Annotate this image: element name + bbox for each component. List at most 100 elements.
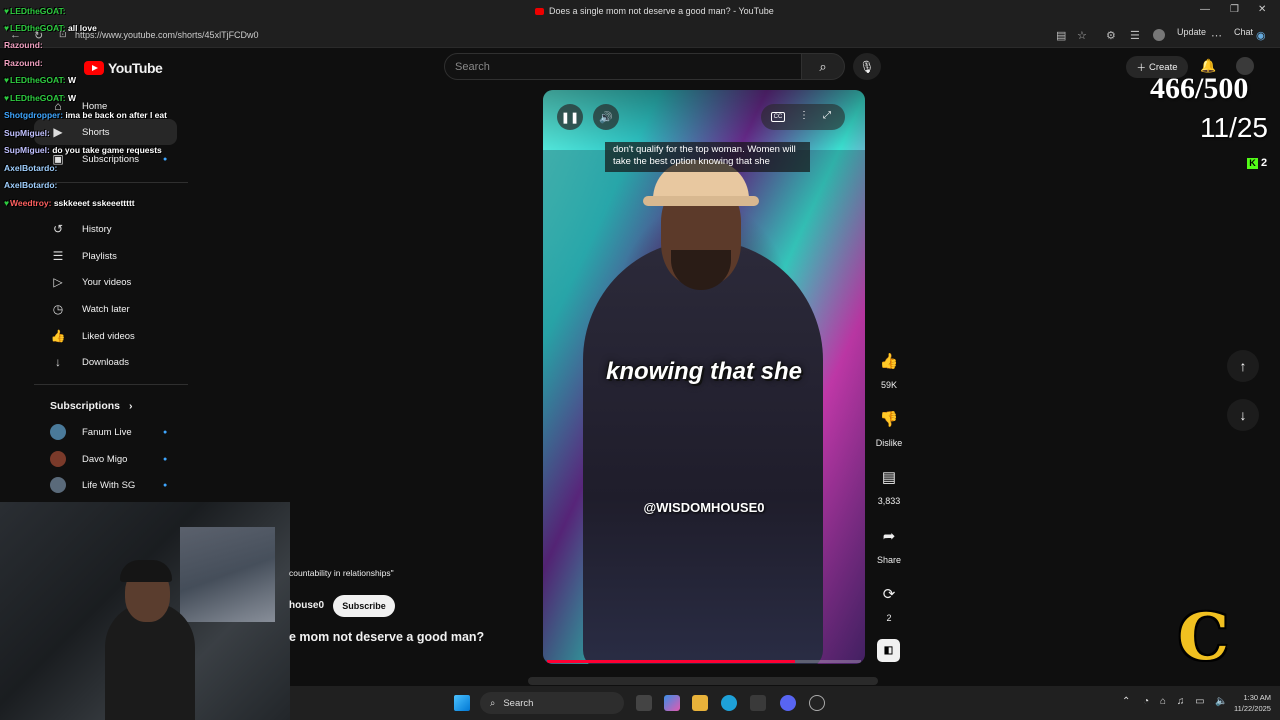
- chat-message: Razound:: [4, 58, 43, 68]
- your-videos-icon: ▷: [53, 275, 63, 289]
- kick-logo-icon: K: [1247, 157, 1258, 169]
- comment-count: 3,833: [877, 496, 901, 506]
- verified-badge-icon: ♥: [4, 23, 10, 33]
- youtube-logo[interactable]: YouTube: [84, 60, 163, 76]
- channel-name[interactable]: house0: [289, 600, 324, 611]
- avatar: [50, 451, 66, 467]
- sidebar-item-watch-later[interactable]: ◷ Watch later: [34, 296, 184, 322]
- search-input[interactable]: Search: [444, 53, 802, 80]
- sidebar-item-your-videos[interactable]: ▷ Your videos: [34, 269, 184, 295]
- comments-button[interactable]: ▤ 3,833: [872, 460, 906, 506]
- favorite-star-icon[interactable]: ☆: [1077, 29, 1087, 42]
- closed-captions-icon[interactable]: CC: [771, 112, 785, 122]
- more-options-icon[interactable]: ⋮: [799, 110, 809, 121]
- shorts-video-player[interactable]: ❚❚ 🔊 CC ⋮ ⤢ don't qualify for the top wo…: [543, 90, 865, 664]
- live-dot: ●: [163, 456, 168, 463]
- restore-icon[interactable]: ❐: [1230, 4, 1239, 15]
- sidebar-item-history[interactable]: ↺ History: [34, 216, 184, 242]
- chat-message: SupMiguel:: [4, 128, 50, 138]
- taskbar-search[interactable]: ⌕ Search: [480, 692, 624, 714]
- window-title-text: Does a single mom not deserve a good man…: [549, 6, 774, 16]
- verified-badge-icon: ♥: [4, 75, 10, 85]
- chat-text: W: [67, 75, 77, 85]
- chat-username: LEDtheGOAT:: [10, 93, 66, 103]
- collections-icon[interactable]: ☰: [1130, 29, 1140, 42]
- windows-start-icon[interactable]: [454, 695, 470, 711]
- share-icon: ➦: [882, 528, 896, 545]
- chat-message: ♥LEDtheGOAT: W: [4, 93, 76, 103]
- volume-icon: 🔊: [599, 111, 613, 124]
- subscription-item-life-with-sg[interactable]: Life With SG ●: [34, 472, 184, 498]
- subscription-item-davo-migo[interactable]: Davo Migo ●: [34, 446, 184, 472]
- video-title[interactable]: e mom not deserve a good man?: [289, 630, 484, 644]
- sidebar-item-label: Playlists: [82, 250, 117, 262]
- profile-avatar[interactable]: [1153, 29, 1165, 41]
- playlists-icon: ☰: [52, 249, 64, 263]
- obs-icon[interactable]: [809, 695, 825, 711]
- sidebar-item-downloads[interactable]: ↓ Downloads: [34, 349, 184, 375]
- streamer-logo: C: [1178, 600, 1229, 675]
- copilot-app-icon[interactable]: [664, 695, 680, 711]
- progress-bar-fill: [547, 660, 796, 663]
- verified-badge-icon: ♥: [4, 198, 10, 208]
- search-button[interactable]: ⌕: [801, 53, 845, 80]
- subscription-item-fanum-live[interactable]: Fanum Live ●: [34, 419, 184, 445]
- file-explorer-icon[interactable]: [692, 695, 708, 711]
- chat-username: AxelBotardo:: [4, 180, 58, 190]
- edge-browser-icon[interactable]: [721, 695, 737, 711]
- url-field[interactable]: https://www.youtube.com/shorts/45xlTjFCD…: [75, 30, 259, 40]
- remix-button[interactable]: ⟳ 2: [872, 577, 906, 623]
- chat-username: LEDtheGOAT:: [10, 75, 66, 85]
- system-tray: ⌃ ◔ ⌂ ♫ ▭ 🔈: [1122, 696, 1228, 707]
- player-controls-pill: CC ⋮ ⤢: [761, 104, 845, 130]
- task-view-icon[interactable]: [636, 695, 652, 711]
- plus-icon: ＋: [1136, 63, 1146, 74]
- dislike-label: Dislike: [875, 438, 903, 448]
- video-description[interactable]: countability in relationships": [289, 568, 394, 578]
- fullscreen-icon[interactable]: ⤢: [823, 110, 831, 121]
- more-menu-icon[interactable]: ⋯: [1211, 29, 1222, 42]
- chat-username: LEDtheGOAT:: [10, 6, 66, 16]
- subscriptions-heading-text: Subscriptions: [50, 400, 121, 412]
- minimize-icon[interactable]: —: [1200, 4, 1210, 15]
- chat-username: Weedtroy:: [10, 198, 52, 208]
- volume-icon[interactable]: 🔈: [1215, 696, 1227, 707]
- webcam-wall-poster: [180, 527, 275, 622]
- next-short-button[interactable]: ↓: [1227, 399, 1259, 431]
- store-icon[interactable]: [750, 695, 766, 711]
- sound-source-button[interactable]: ◧: [877, 639, 900, 662]
- network-icon[interactable]: ⌂: [1160, 696, 1166, 707]
- dislike-button[interactable]: 👎 Dislike: [872, 402, 906, 448]
- sidebar-item-shorts[interactable]: ▶ Shorts: [34, 119, 177, 145]
- horizontal-scrollbar[interactable]: [528, 677, 878, 685]
- discord-icon[interactable]: [780, 695, 796, 711]
- like-button[interactable]: 👍 59K: [872, 344, 906, 390]
- search-icon: ⌕: [490, 697, 496, 709]
- progress-bar[interactable]: [547, 660, 861, 663]
- sidebar-item-playlists[interactable]: ☰ Playlists: [34, 243, 184, 269]
- stream-goal-counter: 466/500: [1150, 72, 1249, 105]
- copilot-icon[interactable]: ◉: [1256, 29, 1266, 42]
- update-button[interactable]: Update: [1177, 27, 1206, 37]
- reader-icon[interactable]: ▤: [1056, 29, 1066, 42]
- wifi-icon[interactable]: ◔: [1143, 696, 1149, 707]
- subscribe-button[interactable]: Subscribe: [333, 595, 395, 617]
- extensions-icon[interactable]: ⚙: [1106, 29, 1116, 42]
- pause-button[interactable]: ❚❚: [557, 104, 583, 130]
- close-icon[interactable]: ✕: [1258, 4, 1266, 15]
- live-dot: ●: [163, 482, 168, 489]
- chevron-up-icon[interactable]: ⌃: [1122, 696, 1130, 707]
- clock-time: 1:30 AM: [1243, 693, 1271, 702]
- sidebar-item-liked-videos[interactable]: 👍 Liked videos: [34, 323, 184, 349]
- previous-short-button[interactable]: ↑: [1227, 350, 1259, 382]
- voice-search-button[interactable]: 🎙: [853, 53, 881, 80]
- sidebar-item-label: Subscriptions: [82, 153, 140, 165]
- taskbar-clock[interactable]: 1:30 AM 11/22/2025: [1234, 692, 1271, 714]
- subscriptions-heading[interactable]: Subscriptions ›: [50, 400, 132, 412]
- headset-icon[interactable]: ♫: [1177, 696, 1185, 707]
- display-icon[interactable]: ▭: [1195, 696, 1204, 707]
- chat-button[interactable]: Chat: [1234, 27, 1253, 37]
- share-button[interactable]: ➦ Share: [872, 519, 906, 565]
- chat-username: LEDtheGOAT:: [10, 23, 66, 33]
- volume-button[interactable]: 🔊: [593, 104, 619, 130]
